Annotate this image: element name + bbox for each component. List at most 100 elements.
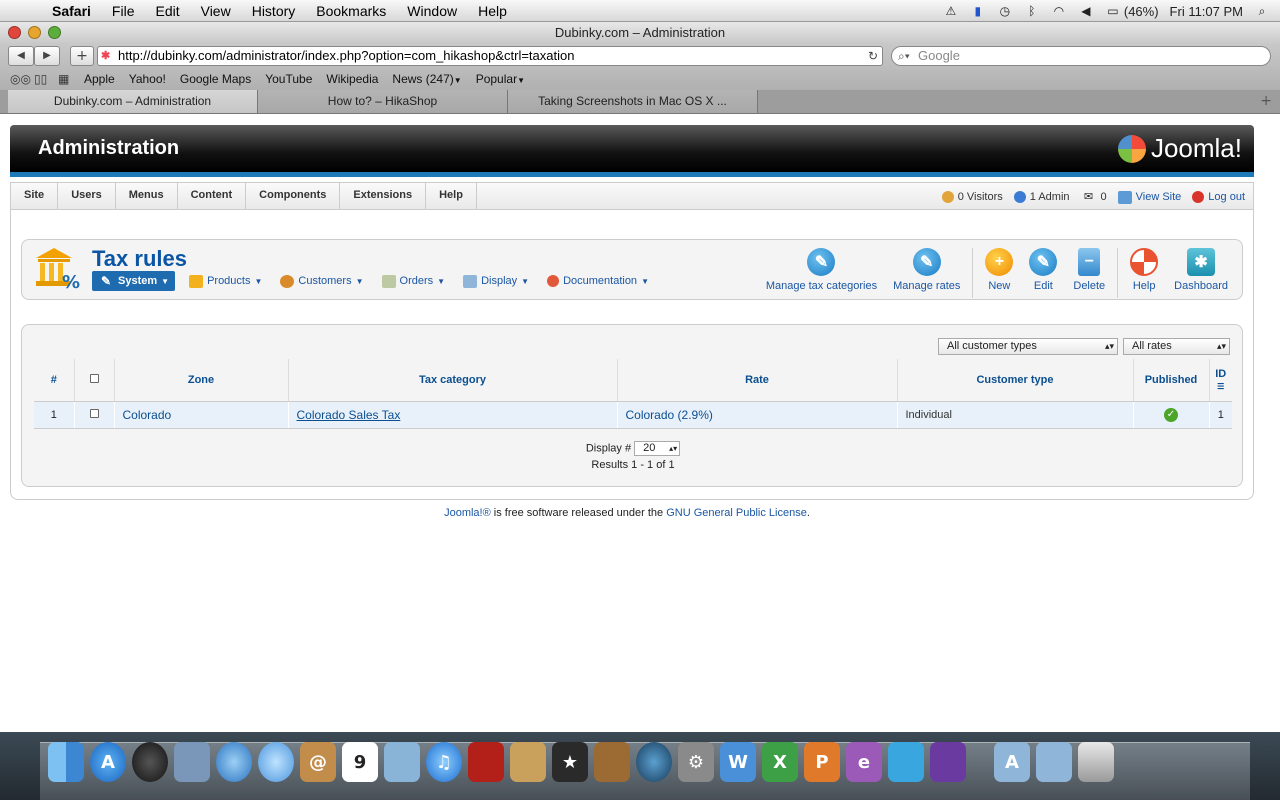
reload-icon[interactable]: ↻ xyxy=(868,47,878,65)
menu-users[interactable]: Users xyxy=(58,182,116,210)
front-row-icon[interactable] xyxy=(468,742,504,782)
address-bar[interactable]: ✱ http://dubinky.com/administrator/index… xyxy=(97,46,883,66)
view-site-link[interactable]: View Site xyxy=(1117,190,1181,204)
col-rate[interactable]: Rate xyxy=(617,359,898,402)
gpl-link[interactable]: GNU General Public License xyxy=(666,507,807,519)
documents-folder-icon[interactable] xyxy=(1036,742,1072,782)
hika-menu-system[interactable]: ✎ System ▼ xyxy=(92,271,176,291)
tax-category-link[interactable]: Colorado Sales Tax xyxy=(297,408,401,422)
new-button[interactable]: + New xyxy=(977,248,1021,292)
edit-button[interactable]: ✎ Edit xyxy=(1021,248,1065,292)
bookmark-apple[interactable]: Apple xyxy=(84,72,115,86)
spotlight-search-icon[interactable]: ⌕ xyxy=(1254,4,1270,18)
dashboard-button[interactable]: ✱ Dashboard xyxy=(1166,248,1236,292)
menu-window[interactable]: Window xyxy=(407,3,457,19)
col-zone[interactable]: Zone xyxy=(114,359,289,402)
help-button[interactable]: Help xyxy=(1122,248,1166,292)
trash-icon[interactable] xyxy=(1078,742,1114,782)
back-button[interactable]: ◀ xyxy=(8,46,34,66)
bookmark-youtube[interactable]: YouTube xyxy=(265,72,312,86)
garageband-icon[interactable] xyxy=(594,742,630,782)
search-field[interactable]: ⌕▾ Google xyxy=(891,46,1271,66)
menu-help[interactable]: Help xyxy=(426,182,477,210)
bookmark-news[interactable]: News (247)▼ xyxy=(392,72,461,86)
top-sites-grid-icon[interactable]: ▦ xyxy=(58,72,80,86)
tab-dubinky-administration[interactable]: Dubinky.com – Administration xyxy=(8,90,258,113)
warning-icon[interactable]: ⚠ xyxy=(943,4,959,18)
mail-icon[interactable] xyxy=(174,742,210,782)
col-tax-category[interactable]: Tax category xyxy=(288,359,618,402)
finder-icon[interactable] xyxy=(48,742,84,782)
menu-edit[interactable]: Edit xyxy=(155,3,179,19)
apple-menu-icon[interactable] xyxy=(20,3,38,19)
hika-menu-display[interactable]: Display ▼ xyxy=(459,271,533,291)
ical-icon[interactable]: 9 xyxy=(342,742,378,782)
menu-components[interactable]: Components xyxy=(246,182,341,210)
col-customer-type[interactable]: Customer type xyxy=(897,359,1134,402)
hika-menu-orders[interactable]: Orders ▼ xyxy=(378,271,450,291)
clock[interactable]: Fri 11:07 PM xyxy=(1170,4,1243,19)
col-id[interactable]: ID ☰ xyxy=(1209,359,1232,402)
address-book-icon[interactable]: @ xyxy=(300,742,336,782)
new-tab-icon[interactable]: + xyxy=(1260,93,1272,109)
hika-menu-products[interactable]: Products ▼ xyxy=(185,271,266,291)
hika-menu-customers[interactable]: Customers ▼ xyxy=(276,271,367,291)
messenger-icon[interactable] xyxy=(888,742,924,782)
bookmark-popular[interactable]: Popular▼ xyxy=(476,72,525,86)
iphoto-icon[interactable] xyxy=(510,742,546,782)
hika-menu-documentation[interactable]: Documentation ▼ xyxy=(543,271,653,291)
tab-hikashop-howto[interactable]: How to? – HikaShop xyxy=(258,90,508,113)
menu-app-safari[interactable]: Safari xyxy=(52,3,91,19)
bookmark-yahoo[interactable]: Yahoo! xyxy=(129,72,166,86)
word-icon[interactable]: W xyxy=(720,742,756,782)
tab-taking-screenshots[interactable]: Taking Screenshots in Mac OS X ... xyxy=(508,90,758,113)
time-machine-dock-icon[interactable] xyxy=(636,742,672,782)
close-window-button[interactable] xyxy=(8,26,21,39)
preview-icon[interactable] xyxy=(384,742,420,782)
myday-icon[interactable] xyxy=(930,742,966,782)
manage-tax-categories-button[interactable]: ✎ Manage tax categories xyxy=(758,248,885,292)
wifi-icon[interactable]: ◠ xyxy=(1051,4,1067,18)
menu-help[interactable]: Help xyxy=(478,3,507,19)
menu-history[interactable]: History xyxy=(252,3,296,19)
zoom-window-button[interactable] xyxy=(48,26,61,39)
logout-link[interactable]: Log out xyxy=(1192,191,1245,203)
menu-content[interactable]: Content xyxy=(178,182,247,210)
menu-view[interactable]: View xyxy=(201,3,231,19)
safari-icon[interactable] xyxy=(216,742,252,782)
applications-folder-icon[interactable]: A xyxy=(994,742,1030,782)
display-limit-select[interactable]: 20 ▴▾ xyxy=(634,441,681,456)
battery-status[interactable]: ▭ (46%) xyxy=(1105,4,1158,19)
time-machine-icon[interactable]: ◷ xyxy=(997,4,1013,18)
published-check-icon[interactable]: ✓ xyxy=(1164,407,1178,422)
menu-menus[interactable]: Menus xyxy=(116,182,178,210)
bookmark-google-maps[interactable]: Google Maps xyxy=(180,72,251,86)
col-published[interactable]: Published xyxy=(1133,359,1210,402)
itunes-icon[interactable]: ♫ xyxy=(426,742,462,782)
row-checkbox[interactable] xyxy=(89,408,99,418)
reading-list-icon[interactable]: ◎◎ xyxy=(10,72,32,86)
rates-filter[interactable]: All rates ▴▾ xyxy=(1123,338,1230,355)
ichat-icon[interactable] xyxy=(258,742,294,782)
system-preferences-icon[interactable]: ⚙ xyxy=(678,742,714,782)
manage-rates-button[interactable]: ✎ Manage rates xyxy=(885,248,968,292)
app-store-icon[interactable]: A xyxy=(90,742,126,782)
menu-site[interactable]: Site xyxy=(11,182,59,210)
delete-button[interactable]: − Delete xyxy=(1065,248,1113,292)
forward-button[interactable]: ▶ xyxy=(34,46,60,66)
minimize-window-button[interactable] xyxy=(28,26,41,39)
customer-type-filter[interactable]: All customer types ▴▾ xyxy=(938,338,1118,355)
select-all-checkbox[interactable] xyxy=(89,373,99,383)
joomla-link[interactable]: Joomla!® xyxy=(444,507,491,519)
messages-status[interactable]: ✉ 0 xyxy=(1081,190,1107,204)
entourage-icon[interactable]: e xyxy=(846,742,882,782)
bluetooth-device-icon[interactable]: ▮ xyxy=(970,4,986,18)
bookmark-wikipedia[interactable]: Wikipedia xyxy=(326,72,378,86)
imovie-icon[interactable]: ★ xyxy=(552,742,588,782)
add-bookmark-button[interactable]: + xyxy=(70,46,94,66)
bluetooth-icon[interactable]: ᛒ xyxy=(1024,4,1040,18)
menu-extensions[interactable]: Extensions xyxy=(340,182,427,210)
volume-icon[interactable]: ◀ xyxy=(1078,4,1094,18)
rate-link[interactable]: Colorado (2.9%) xyxy=(626,408,713,422)
dashboard-app-icon[interactable] xyxy=(132,742,168,782)
